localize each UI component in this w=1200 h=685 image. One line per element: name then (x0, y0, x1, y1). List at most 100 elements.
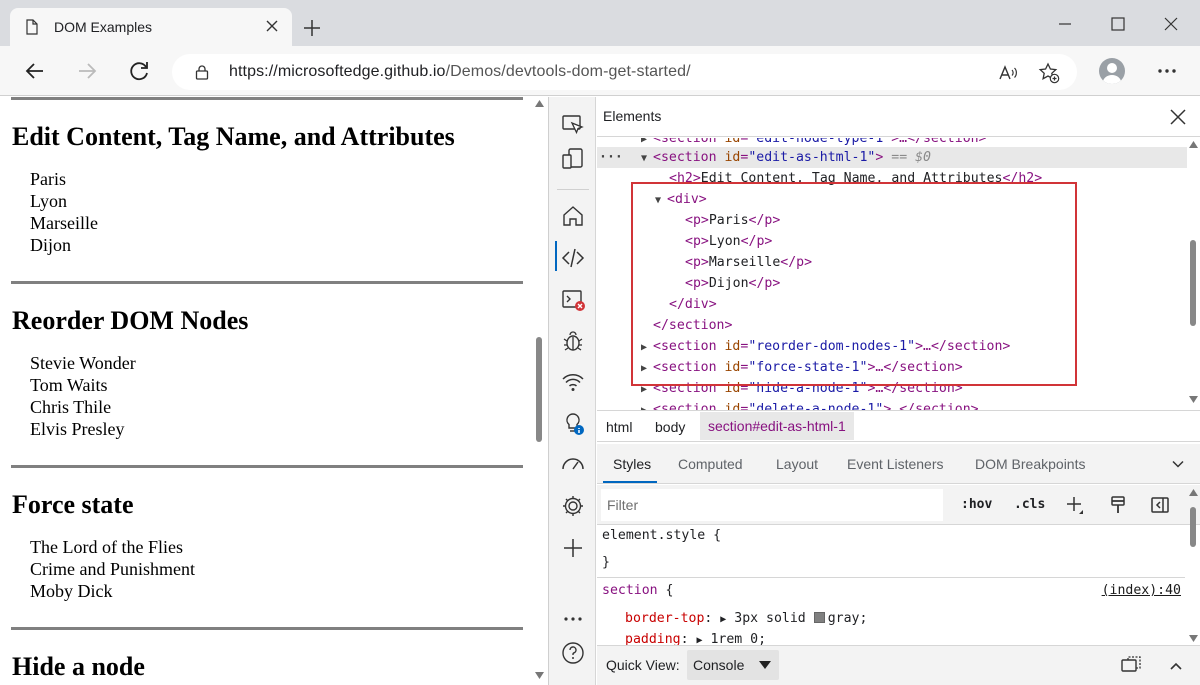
dom-node-div[interactable]: ▼ <div> (655, 189, 1200, 210)
new-tab-icon[interactable] (302, 18, 322, 38)
styles-scroll-thumb[interactable] (1190, 507, 1196, 547)
expand-shorthand-icon[interactable]: ▶ (720, 614, 726, 625)
inspect-element-icon[interactable] (561, 113, 585, 137)
expand-triangle-icon[interactable]: ▶ (641, 400, 653, 410)
scroll-up-icon[interactable] (1189, 489, 1198, 496)
dom-node-p[interactable]: <p>Marseille</p> (685, 252, 1200, 273)
profile-avatar[interactable] (1099, 58, 1125, 84)
node-actions-icon[interactable]: ··· (599, 147, 623, 168)
lock-icon[interactable] (194, 64, 210, 80)
quick-view-select[interactable]: Console (687, 650, 779, 680)
color-swatch[interactable] (813, 612, 825, 623)
chevron-down-icon[interactable] (1171, 457, 1185, 471)
expand-triangle-icon[interactable]: ▶ (641, 337, 653, 358)
css-color-value[interactable]: gray (828, 611, 860, 626)
performance-gauge-icon[interactable] (561, 453, 585, 477)
minimize-icon[interactable] (1055, 14, 1075, 34)
document-icon (26, 19, 38, 35)
breadcrumb-html[interactable]: html (606, 419, 632, 435)
styles-scrollbar[interactable] (1185, 485, 1200, 651)
tab-computed[interactable]: Computed (678, 456, 743, 472)
tab-layout[interactable]: Layout (776, 456, 818, 472)
dom-node-section[interactable]: ▶ <section id="force-state-1">…</section> (641, 357, 1200, 378)
refresh-icon[interactable] (126, 58, 152, 84)
profile-icon (1102, 63, 1122, 84)
help-icon[interactable] (561, 641, 585, 665)
styles-filter-input[interactable] (601, 489, 943, 521)
address-bar[interactable]: https://microsoftedge.github.io/Demos/de… (172, 54, 1077, 90)
console-tool-icon[interactable] (561, 288, 585, 312)
dom-node-section-close[interactable]: </section> (653, 315, 1200, 336)
page-scrollbar[interactable] (531, 97, 548, 685)
toggle-sidebar-icon[interactable] (1150, 495, 1170, 515)
window-close-icon[interactable] (1161, 14, 1181, 34)
dom-tree-scroll-thumb[interactable] (1190, 240, 1196, 326)
scroll-down-icon[interactable] (535, 672, 544, 679)
collapse-triangle-icon[interactable]: ▼ (655, 190, 667, 211)
device-emulation-icon[interactable] (561, 147, 585, 171)
css-value[interactable]: 3px solid (734, 611, 805, 626)
add-favorite-icon[interactable] (1038, 62, 1060, 84)
css-declaration[interactable]: border-top: ▶ 3px solid gray; (625, 611, 867, 626)
page-scroll-thumb[interactable] (536, 337, 542, 442)
sources-bug-icon[interactable] (561, 329, 585, 353)
cls-toggle[interactable]: .cls (1014, 497, 1045, 512)
expand-triangle-icon[interactable]: ▶ (641, 358, 653, 379)
tab-dom-breakpoints[interactable]: DOM Breakpoints (975, 456, 1085, 472)
list-item: Stevie Wonder (30, 353, 136, 373)
browser-tab[interactable]: DOM Examples (10, 8, 292, 46)
chevron-up-icon[interactable] (1165, 656, 1187, 676)
dock-position-icon[interactable] (1120, 656, 1142, 676)
breadcrumb-body[interactable]: body (655, 419, 685, 435)
rule-selector[interactable]: section (602, 583, 658, 598)
back-icon[interactable] (22, 58, 48, 84)
dom-tree-scrollbar[interactable] (1185, 138, 1200, 410)
scroll-down-icon[interactable] (1189, 635, 1198, 642)
book-list: The Lord of the Flies Crime and Punishme… (30, 536, 523, 602)
dom-node-p[interactable]: <p>Lyon</p> (685, 231, 1200, 252)
collapse-triangle-icon[interactable]: ▼ (641, 148, 653, 169)
scroll-down-icon[interactable] (1189, 396, 1198, 403)
tab-styles[interactable]: Styles (613, 456, 651, 472)
read-aloud-icon[interactable] (997, 62, 1019, 84)
rule-source-link[interactable]: (index):40 (1102, 583, 1181, 598)
customize-more-icon[interactable] (561, 607, 585, 631)
scroll-up-icon[interactable] (1189, 141, 1198, 148)
maximize-icon[interactable] (1108, 14, 1128, 34)
dom-node-p[interactable]: <p>Paris</p> (685, 210, 1200, 231)
section-rule-header[interactable]: section { (602, 583, 673, 598)
list-item: Crime and Punishment (30, 559, 195, 579)
css-property[interactable]: border-top (625, 611, 704, 626)
devtools: Elements ▶ <section id="edit-node-type-1"… (548, 97, 1200, 685)
close-panel-icon[interactable] (1169, 108, 1187, 126)
forward-icon[interactable] (74, 58, 100, 84)
welcome-home-icon[interactable] (561, 204, 585, 228)
paint-brush-icon[interactable] (1108, 495, 1128, 515)
dom-node-div-close[interactable]: </div> (669, 294, 1200, 315)
elements-tool-icon[interactable] (561, 246, 585, 270)
dom-node-h2[interactable]: <h2>Edit Content, Tag Name, and Attribut… (669, 168, 1200, 189)
more-tools-plus-icon[interactable] (561, 536, 585, 560)
element-style-rule[interactable]: element.style { (602, 528, 721, 543)
new-style-rule-icon[interactable] (1065, 495, 1085, 515)
dom-node-section[interactable]: ▶ <section id="reorder-dom-nodes-1">…</se… (641, 336, 1200, 357)
url-text: https://microsoftedge.github.io/Demos/de… (229, 63, 691, 81)
hov-toggle[interactable]: :hov (961, 497, 992, 512)
breadcrumb-section[interactable]: section#edit-as-html-1 (700, 412, 854, 440)
list-item: Moby Dick (30, 581, 113, 601)
scroll-up-icon[interactable] (535, 100, 544, 107)
network-wifi-icon[interactable] (561, 370, 585, 394)
dom-node-selected[interactable]: ··· ▼ <section id="edit-as-html-1"> == $0 (597, 147, 1187, 168)
close-tab-icon[interactable] (264, 18, 280, 34)
section-id: force-state-1 (756, 360, 860, 375)
settings-gear-icon[interactable] (561, 494, 585, 518)
expand-triangle-icon[interactable]: ▶ (641, 379, 653, 400)
tab-event-listeners[interactable]: Event Listeners (847, 456, 944, 472)
dom-node-section[interactable]: ▶ <section id="hide-a-node-1">…</section> (641, 378, 1200, 399)
settings-more-icon[interactable] (1156, 60, 1178, 82)
dom-node-p[interactable]: <p>Dijon</p> (685, 273, 1200, 294)
section-heading: Edit Content, Tag Name, and Attributes (12, 122, 455, 151)
issues-lightbulb-icon[interactable] (561, 412, 585, 436)
section-id: hide-a-node-1 (756, 381, 860, 396)
dom-node-section[interactable]: ▶<section id="delete-a-node-1">…</sectio… (641, 399, 1200, 410)
